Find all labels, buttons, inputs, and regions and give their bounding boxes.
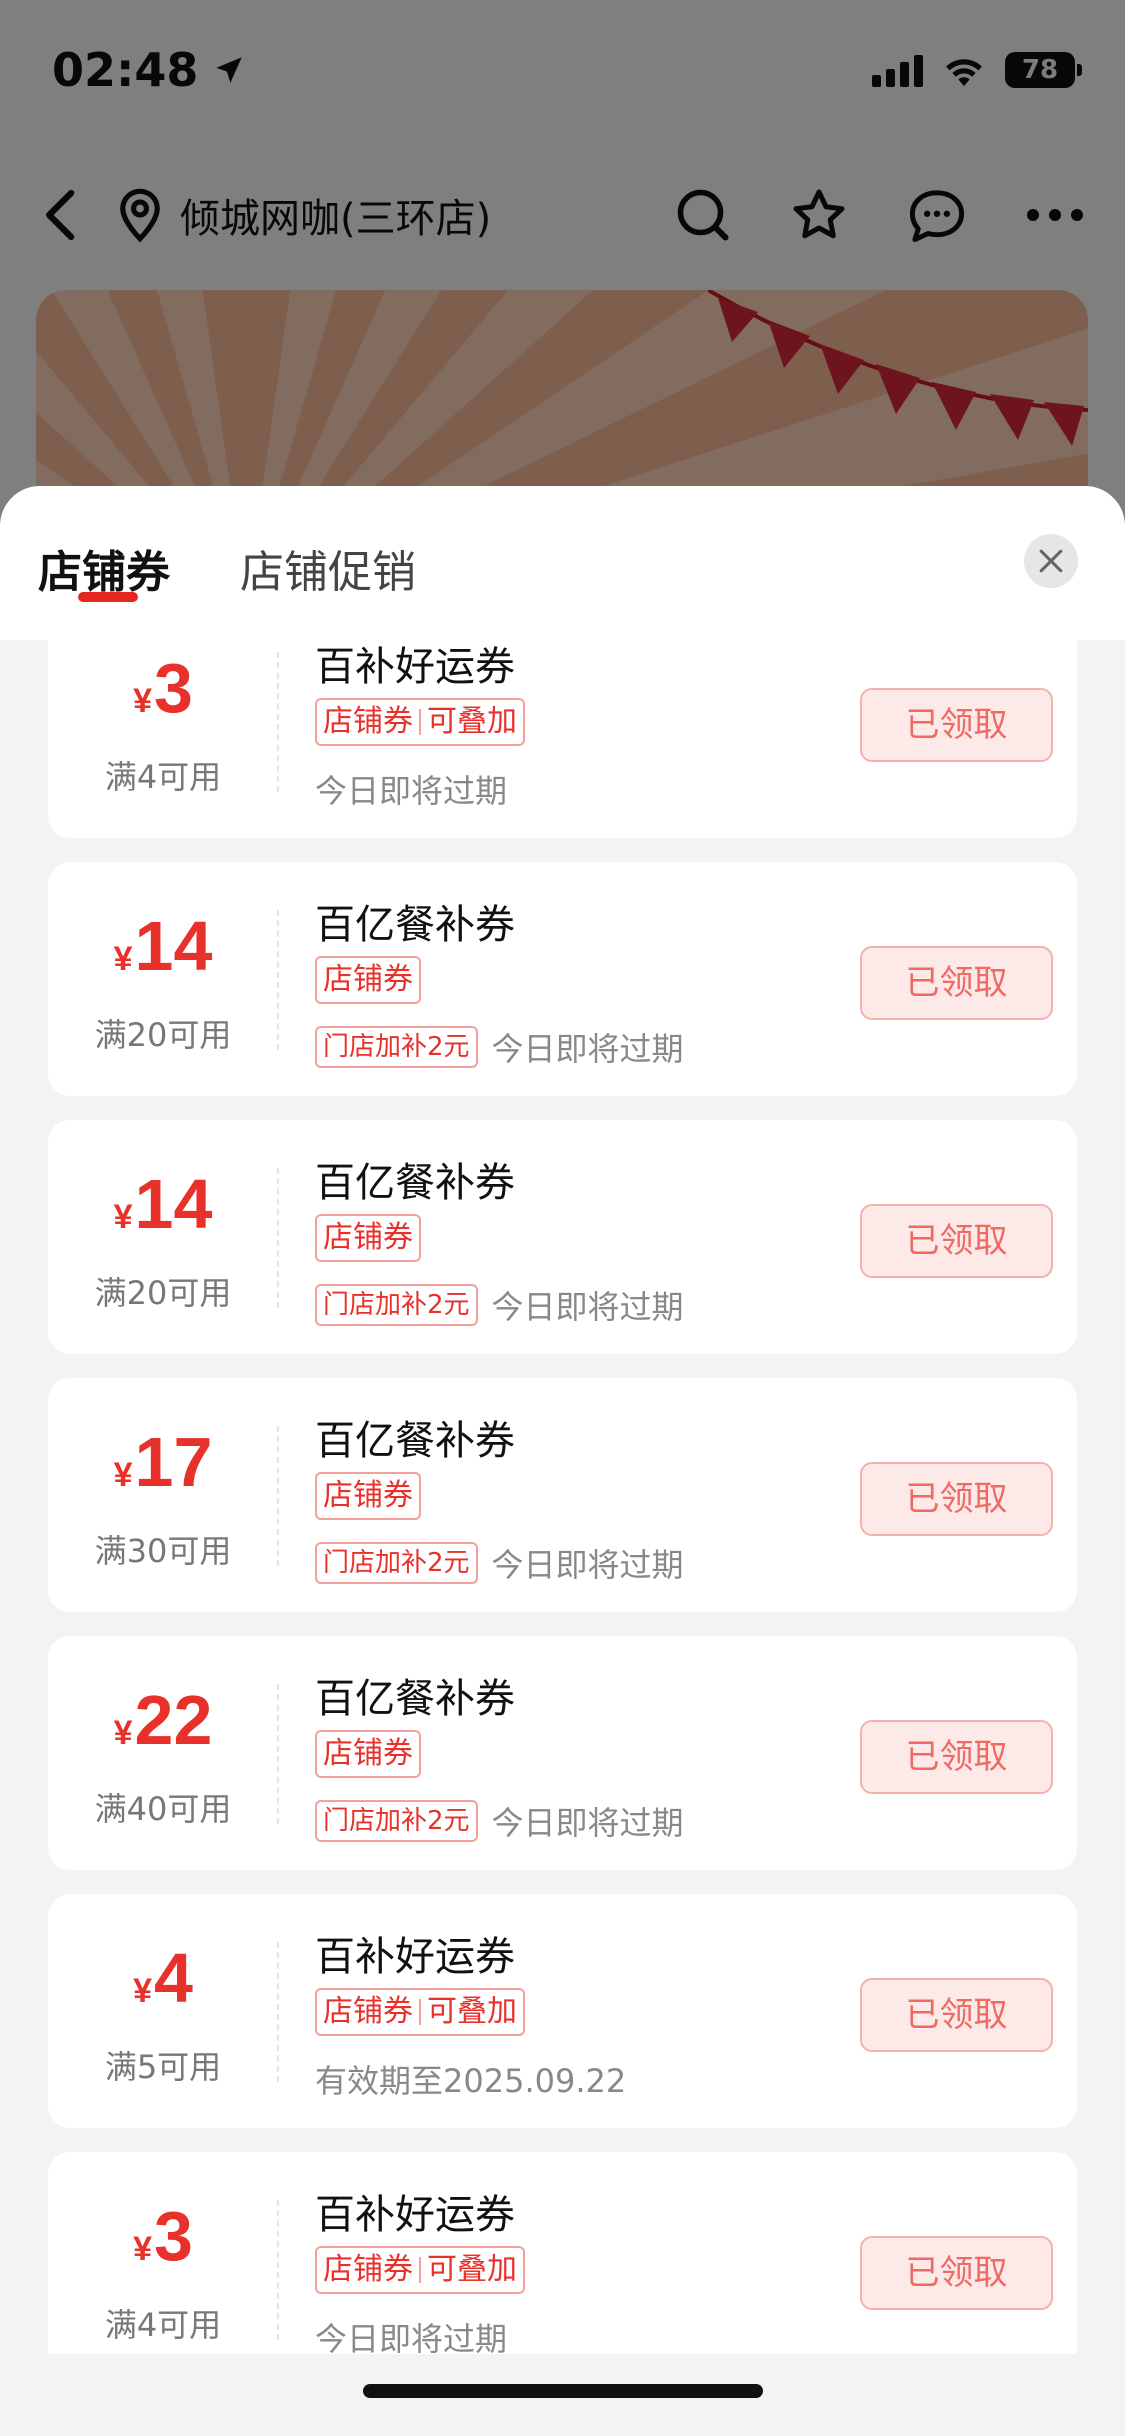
coupon-expiry: 今日即将过期 bbox=[491, 1288, 684, 1326]
divider bbox=[277, 1942, 279, 2082]
coupon-card: ¥14 满20可用 百亿餐补券 店铺券 门店加补2元 今日即将过期 已领取 bbox=[48, 862, 1077, 1096]
home-indicator[interactable] bbox=[363, 2384, 763, 2398]
coupon-info: 今日即将过期 bbox=[315, 766, 507, 812]
coupon-price: ¥14 bbox=[113, 907, 213, 985]
coupon-info: 有效期至2025.09.22 bbox=[315, 2056, 626, 2102]
coupon-title: 百亿餐补券 bbox=[315, 1160, 515, 1206]
coupon-price: ¥4 bbox=[133, 1939, 193, 2017]
coupon-value: ¥3 满4可用 bbox=[48, 2152, 278, 2386]
active-tab-indicator bbox=[78, 592, 138, 602]
coupon-tag: 店铺券 bbox=[315, 956, 421, 1004]
coupon-info: 门店加补2元 今日即将过期 bbox=[315, 1024, 684, 1070]
coupon-title: 百亿餐补券 bbox=[315, 902, 515, 948]
coupon-card: ¥17 满30可用 百亿餐补券 店铺券 门店加补2元 今日即将过期 已领取 bbox=[48, 1378, 1077, 1612]
coupon-tag: 店铺券 bbox=[315, 1214, 421, 1262]
coupon-expiry: 今日即将过期 bbox=[491, 1030, 684, 1068]
divider bbox=[277, 652, 279, 792]
claimed-button[interactable]: 已领取 bbox=[860, 2236, 1053, 2310]
coupon-tags: 店铺券 bbox=[315, 1214, 421, 1262]
coupon-value: ¥14 满20可用 bbox=[48, 1120, 278, 1354]
coupon-tags: 店铺券 bbox=[315, 1730, 421, 1778]
sheet-header: 店铺券 店铺促销 bbox=[0, 486, 1125, 640]
coupon-title: 百补好运券 bbox=[315, 2192, 515, 2238]
coupon-tag: 店铺券 可叠加 bbox=[315, 1988, 525, 2036]
coupon-card: ¥14 满20可用 百亿餐补券 店铺券 门店加补2元 今日即将过期 已领取 bbox=[48, 1120, 1077, 1354]
tab-store-promotions[interactable]: 店铺促销 bbox=[240, 536, 416, 600]
coupon-value: ¥4 满5可用 bbox=[48, 1894, 278, 2128]
claimed-button[interactable]: 已领取 bbox=[860, 1462, 1053, 1536]
close-button[interactable] bbox=[1024, 534, 1078, 588]
coupon-tags: 店铺券 可叠加 bbox=[315, 2246, 525, 2294]
coupon-card: ¥22 满40可用 百亿餐补券 店铺券 门店加补2元 今日即将过期 已领取 bbox=[48, 1636, 1077, 1870]
coupon-condition: 满30可用 bbox=[94, 1532, 232, 1570]
coupon-tags: 店铺券 bbox=[315, 1472, 421, 1520]
coupon-expiry: 有效期至2025.09.22 bbox=[315, 2062, 627, 2100]
coupon-title: 百亿餐补券 bbox=[315, 1418, 515, 1464]
claimed-button[interactable]: 已领取 bbox=[860, 946, 1053, 1020]
coupon-value: ¥14 满20可用 bbox=[48, 862, 278, 1096]
claimed-button[interactable]: 已领取 bbox=[860, 1204, 1053, 1278]
coupon-tags: 店铺券 bbox=[315, 956, 421, 1004]
coupon-info: 门店加补2元 今日即将过期 bbox=[315, 1540, 684, 1586]
store-subsidy-badge: 门店加补2元 bbox=[315, 1284, 478, 1326]
home-indicator-area bbox=[0, 2354, 1125, 2436]
coupon-title: 百补好运券 bbox=[315, 1934, 515, 1980]
divider bbox=[277, 910, 279, 1050]
claimed-button[interactable]: 已领取 bbox=[860, 1978, 1053, 2052]
coupon-card: ¥4 满5可用 百补好运券 店铺券 可叠加 有效期至2025.09.22 已领取 bbox=[48, 1894, 1077, 2128]
coupon-sheet: 店铺券 店铺促销 ¥3 满4可用 百补好运券 店铺券 可叠加 今日即将过期 已领取… bbox=[0, 486, 1125, 2436]
coupon-expiry: 今日即将过期 bbox=[315, 772, 508, 810]
coupon-tags: 店铺券 可叠加 bbox=[315, 1988, 525, 2036]
coupon-tag: 店铺券 可叠加 bbox=[315, 2246, 525, 2294]
coupon-price: ¥3 bbox=[133, 2197, 193, 2275]
store-subsidy-badge: 门店加补2元 bbox=[315, 1542, 478, 1584]
claimed-button[interactable]: 已领取 bbox=[860, 688, 1053, 762]
coupon-title: 百补好运券 bbox=[315, 644, 515, 690]
coupon-price: ¥3 bbox=[133, 649, 193, 727]
divider bbox=[277, 2200, 279, 2340]
divider bbox=[277, 1168, 279, 1308]
coupon-info: 门店加补2元 今日即将过期 bbox=[315, 1798, 684, 1844]
store-subsidy-badge: 门店加补2元 bbox=[315, 1026, 478, 1068]
coupon-tag: 店铺券 bbox=[315, 1730, 421, 1778]
divider bbox=[277, 1426, 279, 1566]
coupon-tags: 店铺券 可叠加 bbox=[315, 698, 525, 746]
claimed-button[interactable]: 已领取 bbox=[860, 1720, 1053, 1794]
coupon-price: ¥22 bbox=[113, 1681, 213, 1759]
tab-store-coupons[interactable]: 店铺券 bbox=[38, 536, 170, 600]
coupon-condition: 满4可用 bbox=[104, 758, 222, 796]
coupon-condition: 满20可用 bbox=[94, 1274, 232, 1312]
coupon-expiry: 今日即将过期 bbox=[491, 1804, 684, 1842]
coupon-title: 百亿餐补券 bbox=[315, 1676, 515, 1722]
divider bbox=[277, 1684, 279, 1824]
coupon-info: 门店加补2元 今日即将过期 bbox=[315, 1282, 684, 1328]
close-icon bbox=[1039, 549, 1063, 573]
coupon-condition: 满5可用 bbox=[104, 2048, 222, 2086]
coupon-card: ¥3 满4可用 百补好运券 店铺券 可叠加 今日即将过期 已领取 bbox=[48, 2152, 1077, 2386]
coupon-price: ¥17 bbox=[113, 1423, 213, 1501]
coupon-tag: 店铺券 可叠加 bbox=[315, 698, 525, 746]
coupon-condition: 满20可用 bbox=[94, 1016, 232, 1054]
coupon-tag: 店铺券 bbox=[315, 1472, 421, 1520]
coupon-value: ¥17 满30可用 bbox=[48, 1378, 278, 1612]
store-subsidy-badge: 门店加补2元 bbox=[315, 1800, 478, 1842]
coupon-condition: 满4可用 bbox=[104, 2306, 222, 2344]
coupon-condition: 满40可用 bbox=[94, 1790, 232, 1828]
coupon-value: ¥22 满40可用 bbox=[48, 1636, 278, 1870]
coupon-price: ¥14 bbox=[113, 1165, 213, 1243]
coupon-expiry: 今日即将过期 bbox=[491, 1546, 684, 1584]
